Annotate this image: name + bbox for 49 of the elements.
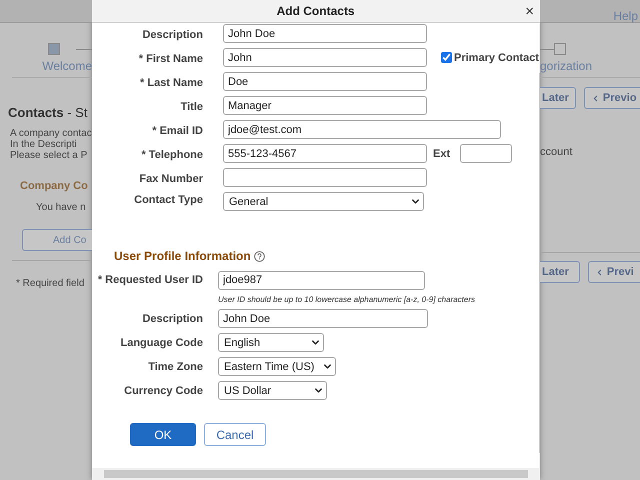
text-field[interactable]: John: [223, 48, 427, 67]
text-field[interactable]: John Doe: [218, 309, 428, 328]
intro-text: In the Descripti: [10, 139, 77, 150]
field-label: * Telephone: [140, 148, 203, 161]
field-label: Language Code: [119, 336, 203, 349]
cancel-button[interactable]: Cancel: [204, 423, 266, 446]
page-heading: Contacts - St: [8, 105, 88, 120]
field-label: Contact Type: [133, 193, 203, 206]
checkbox[interactable]: [441, 52, 452, 63]
help-icon[interactable]: [254, 250, 265, 262]
required-note: * Required field: [16, 278, 84, 289]
step-marker-icon: [48, 43, 60, 55]
hint-text: User ID should be up to 10 lowercase alphanumeric [a-z, 0-9] characters: [218, 294, 476, 304]
text-field[interactable]: John Doe: [223, 24, 427, 43]
empty-message: You have n: [36, 202, 86, 213]
field-label: * First Name: [138, 52, 203, 65]
text-field[interactable]: jdoe@test.com: [223, 120, 501, 139]
step-label: gorization: [540, 59, 592, 73]
step-label: Welcome: [42, 59, 92, 73]
horizontal-scrollbar[interactable]: [92, 468, 540, 480]
checkbox-label[interactable]: Primary Contact: [454, 52, 539, 64]
field-label: * Email ID: [151, 124, 203, 137]
dropdown-field[interactable]: US Dollar: [218, 381, 327, 400]
intro-text: A company contac: [10, 128, 92, 139]
dialog-title: Add Contacts: [276, 4, 356, 18]
field-label: Description: [141, 28, 203, 41]
field-label: Fax Number: [138, 172, 203, 185]
field-label: Ext: [433, 148, 450, 160]
text-field[interactable]: Doe: [223, 72, 427, 91]
field-label: Currency Code: [123, 384, 203, 397]
text-field[interactable]: [460, 144, 512, 163]
text-field[interactable]: jdoe987: [218, 270, 425, 290]
field-label: * Requested User ID: [96, 273, 203, 286]
text-field[interactable]: Manager: [223, 96, 427, 115]
field-label: * Last Name: [139, 76, 203, 89]
text-field[interactable]: [223, 168, 427, 187]
intro-text: Please select a P: [10, 150, 88, 161]
section-title: User Profile Information: [114, 249, 251, 263]
field-label: Description: [141, 312, 203, 324]
dropdown-field[interactable]: Eastern Time (US): [218, 357, 336, 376]
field-label: Title: [180, 100, 203, 113]
intro-text: ccount: [540, 146, 574, 158]
text-field[interactable]: 555-123-4567: [223, 144, 427, 163]
dropdown-field[interactable]: General: [223, 192, 424, 211]
close-button[interactable]: ×: [519, 4, 540, 18]
field-label: Time Zone: [147, 360, 203, 373]
section-title: Company Co: [20, 180, 88, 192]
ok-button[interactable]: OK: [130, 423, 196, 446]
dropdown-field[interactable]: English: [218, 333, 324, 352]
